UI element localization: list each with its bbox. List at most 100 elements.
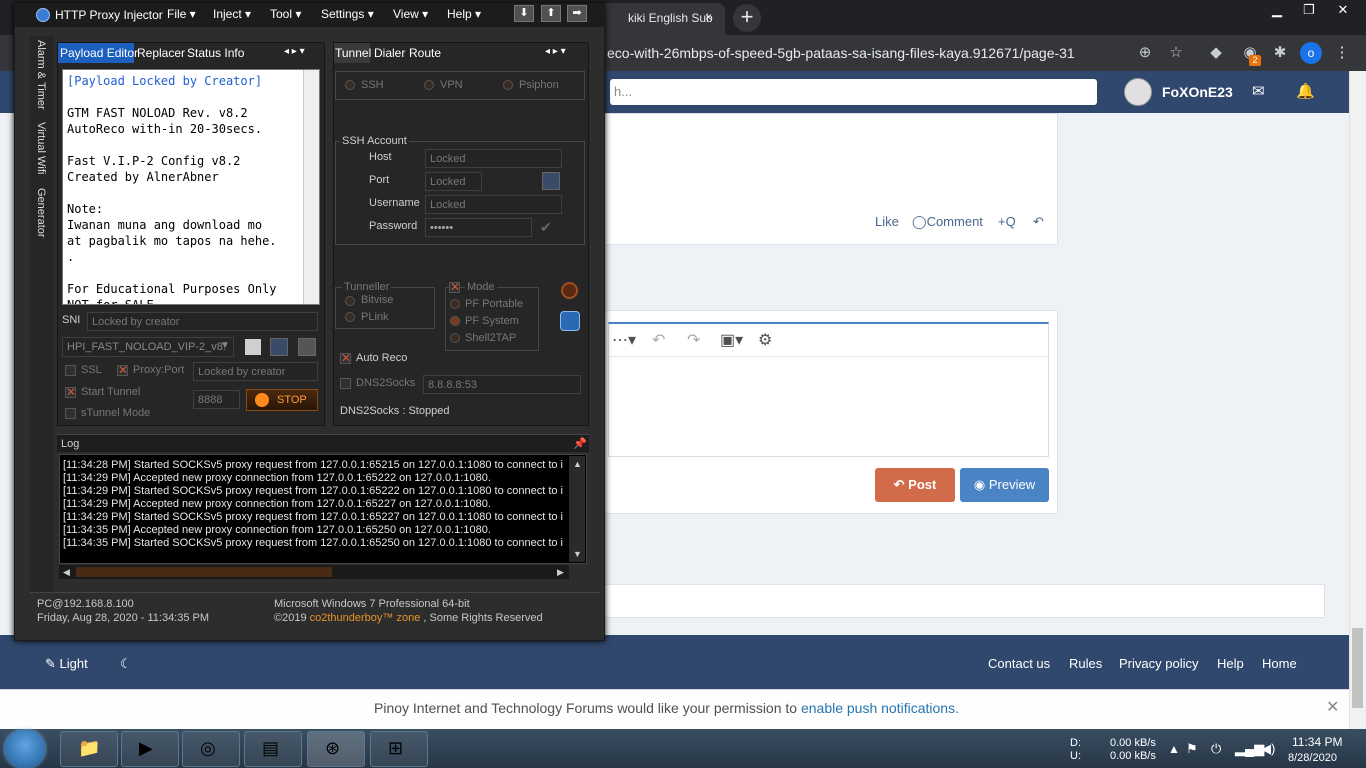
menu-help[interactable]: Help ▾ [447,7,481,21]
bell-icon[interactable]: 🔔 [1296,82,1315,100]
undo-icon[interactable]: ↶ [652,330,665,350]
new-tab-button[interactable]: + [733,4,761,32]
taskbar-explorer[interactable]: 📁 [60,731,118,767]
extension-icon[interactable]: ◆ [1204,41,1228,65]
log-output[interactable]: [11:34:28 PM] Started SOCKSv5 proxy requ… [59,454,587,564]
tab-generator[interactable]: Generator [35,188,47,238]
profile-avatar[interactable]: o [1300,42,1322,64]
username-input[interactable]: Locked [425,195,562,214]
port-input[interactable]: 8888 [193,390,240,409]
mode-checkbox[interactable] [449,280,460,294]
pf-portable-radio[interactable] [450,299,460,309]
record-icon[interactable] [561,282,578,299]
tab-virtual-wifi[interactable]: Virtual Wifi [35,122,47,174]
checkmark-icon[interactable]: ✔ [540,219,552,236]
save-draft-icon[interactable]: ▣▾ [720,330,743,350]
add-icon[interactable]: ⊕ [1133,41,1157,65]
ssh-port-input[interactable]: Locked [425,172,482,191]
tab-payload-editor[interactable]: Payload Editor [60,46,138,60]
pf-system-radio[interactable] [450,316,460,326]
scroll-down-icon[interactable]: ▼ [573,549,582,559]
menu-settings[interactable]: Settings ▾ [321,7,374,21]
scroll-right-icon[interactable]: ▶ [557,567,564,578]
like-link[interactable]: Like [875,214,899,229]
dns2socks-checkbox[interactable] [340,378,351,389]
menu-dots-icon[interactable]: ⋮ [1330,41,1354,65]
start-tunnel-checkbox[interactable] [65,385,76,399]
menu-tool[interactable]: Tool ▾ [270,7,301,21]
menu-view[interactable]: View ▾ [393,7,428,21]
arrow-up-icon[interactable]: ⬆ [541,5,561,22]
signal-icon[interactable]: ▂▄▆ [1235,741,1264,757]
scrollbar-thumb[interactable] [1352,628,1363,708]
browser-tab[interactable]: kiki English Sub × [600,3,725,35]
footer-link-help[interactable]: Help [1217,656,1244,671]
save-config-icon[interactable] [542,172,560,190]
tray-arrow-icon[interactable]: ▲ [1168,742,1180,756]
ssl-checkbox[interactable] [65,365,76,376]
stop-button[interactable]: STOP [246,389,318,411]
stunnel-checkbox[interactable] [65,408,76,419]
tab-replacer[interactable]: Replacer [137,46,185,60]
avatar[interactable] [1124,78,1152,106]
volume-icon[interactable]: ◀) [1261,741,1275,757]
comment-link[interactable]: ◯Comment [912,214,983,230]
taskbar-media[interactable]: ▶ [121,731,179,767]
ssh-radio[interactable] [345,80,355,90]
clear-icon[interactable] [298,338,316,356]
payload-scrollbar[interactable] [303,70,319,304]
host-input[interactable]: Locked [425,149,562,168]
shell2tap-radio[interactable] [450,333,460,343]
post-button[interactable]: ↶ Post [875,468,955,502]
quote-link[interactable]: +Q [998,214,1016,229]
footer-link-rules[interactable]: Rules [1069,656,1102,671]
config-select[interactable]: HPI_FAST_NOLOAD_VIP-2_v8. [62,337,234,357]
window-close-icon[interactable]: ✕ [1326,0,1360,22]
bitvise-radio[interactable] [345,296,355,306]
tab-dialer[interactable]: Dialer [374,46,405,60]
scroll-left-icon[interactable]: ◀ [63,567,70,578]
moon-icon[interactable]: ☾ [120,656,132,672]
power-icon[interactable]: ⏻ [1211,741,1221,757]
start-button[interactable] [5,730,45,768]
refresh-icon[interactable] [560,311,580,331]
log-scrollbar[interactable] [569,456,585,562]
footer-link-privacy[interactable]: Privacy policy [1119,656,1198,671]
psiphon-radio[interactable] [503,80,513,90]
close-tab-icon[interactable]: × [705,10,712,24]
puzzle-icon[interactable]: ✱ [1268,41,1292,65]
taskbar-network[interactable]: ⊞ [370,731,428,767]
log-scroll-thumb[interactable] [76,567,332,577]
brand-link[interactable]: co2thunderboy™ zone [310,612,421,624]
taskbar-chrome[interactable]: ◎ [182,731,240,767]
pin-icon[interactable]: 📌 [573,437,587,450]
password-input[interactable]: •••••• [425,218,532,237]
taskbar-notes[interactable]: ▤ [244,731,302,767]
tab-tunnel[interactable]: Tunnel [335,46,371,60]
mail-icon[interactable]: ✉ [1252,82,1265,100]
flag-icon[interactable]: ⚑ [1186,741,1198,757]
proxy-port-checkbox[interactable] [117,363,128,377]
address-bar[interactable]: eco-with-26mbps-of-speed-5gb-pataas-sa-i… [595,40,1115,66]
footer-link-home[interactable]: Home [1262,656,1297,671]
light-style-toggle[interactable]: ✎ Light [45,656,88,672]
minimize-icon[interactable]: ▁ [1262,0,1292,22]
document-icon[interactable] [245,339,261,355]
reply-icon[interactable]: ↶ [1033,214,1044,230]
star-icon[interactable]: ☆ [1164,41,1188,65]
scroll-up-icon[interactable]: ▲ [573,459,582,469]
clock-time[interactable]: 11:34 PM [1292,735,1342,749]
payload-editor[interactable]: [Payload Locked by Creator] GTM FAST NOL… [62,69,320,305]
sni-input[interactable]: Locked by creator [87,312,318,331]
enable-push-link[interactable]: enable push notifications. [801,700,959,716]
tab-status-info[interactable]: Status Info [187,46,244,60]
menu-inject[interactable]: Inject ▾ [213,7,251,21]
save-icon[interactable] [270,338,288,356]
tab-scroll-icon[interactable]: ◂ ▸ ▾ [284,46,305,57]
proxy-input[interactable]: Locked by creator [193,362,318,381]
settings-gear-icon[interactable]: ⚙ [758,330,772,350]
username[interactable]: FoXOnE23 [1162,84,1233,100]
preview-button[interactable]: ◉ Preview [960,468,1049,502]
arrow-down-icon[interactable]: ⬇ [514,5,534,22]
arrow-right-icon[interactable]: ➡ [567,5,587,22]
